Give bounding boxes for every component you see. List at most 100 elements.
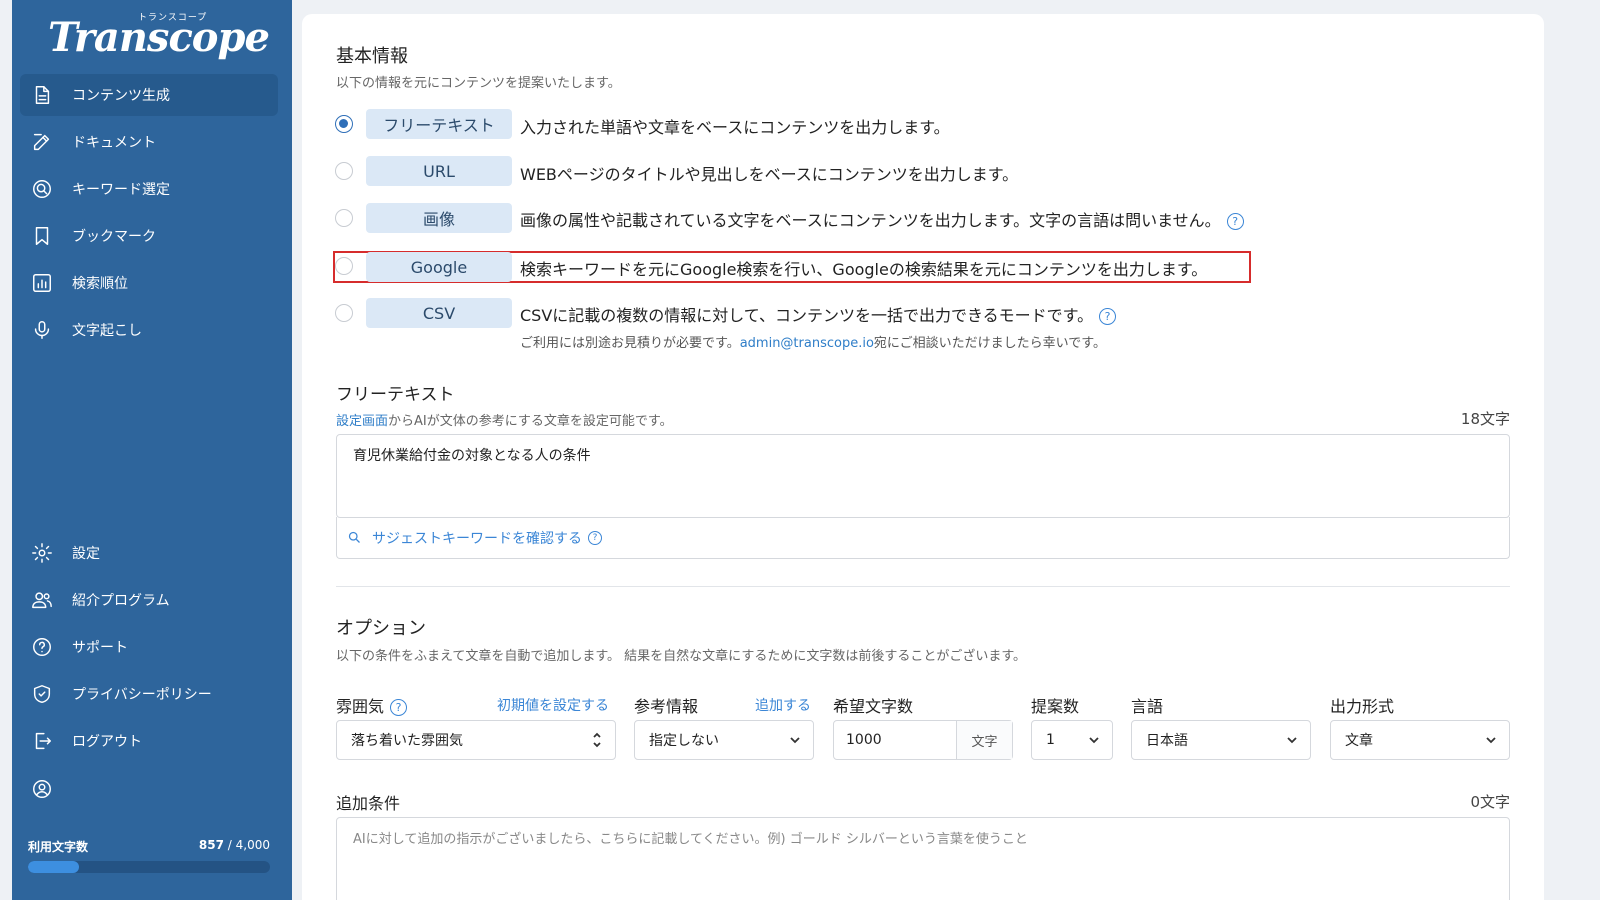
nav-item-account[interactable]: [20, 768, 278, 810]
suggest-keyword-button[interactable]: サジェストキーワードを確認する ?: [336, 517, 1510, 559]
nav-item-privacy-policy[interactable]: プライバシーポリシー: [20, 673, 278, 715]
chevron-down-icon: [1088, 734, 1100, 746]
basic-info-subtitle: 以下の情報を元にコンテンツを提案いたします。: [336, 76, 621, 91]
divider: [336, 586, 1510, 587]
nav-item-transcription[interactable]: 文字起こし: [20, 309, 278, 351]
mode-tag-image[interactable]: 画像: [366, 203, 512, 233]
mode-tag-freetext[interactable]: フリーテキスト: [366, 109, 512, 139]
length-unit: 文字: [956, 721, 1012, 759]
language-select[interactable]: 日本語: [1131, 720, 1311, 760]
help-circle-icon[interactable]: ?: [390, 699, 408, 716]
radio-csv[interactable]: [335, 304, 353, 322]
mode-desc-image: 画像の属性や記載されている文字をベースにコンテンツを出力します。文字の言語は問い…: [520, 207, 1244, 231]
mode-desc-csv: CSVに記載の複数の情報に対して、コンテンツを一括で出力できるモードです。?: [520, 302, 1117, 326]
usage-bar: [28, 861, 270, 873]
options-subtitle: 以下の条件をふまえて文章を自動で追加します。 結果を自然な文章にするために文字数…: [336, 649, 1027, 664]
settings-page-link[interactable]: 設定画面: [336, 414, 388, 429]
radio-freetext[interactable]: [335, 115, 353, 133]
reference-select[interactable]: 指定しない: [634, 720, 814, 760]
mood-label-text: 雰囲気: [336, 697, 385, 716]
usage-total: / 4,000: [223, 838, 270, 852]
nav-label: 設定: [72, 546, 100, 562]
language-value: 日本語: [1146, 733, 1188, 749]
suggest-keyword-label: サジェストキーワードを確認する: [372, 530, 582, 547]
output-format-label: 出力形式: [1330, 697, 1395, 716]
nav-label: キーワード選定: [72, 182, 170, 198]
search-keyword-icon: [30, 177, 54, 201]
nav-item-referral[interactable]: 紹介プログラム: [20, 579, 278, 621]
options-title: オプション: [336, 618, 426, 639]
help-circle-icon[interactable]: ?: [1099, 308, 1117, 325]
extra-char-count: 0文字: [1470, 793, 1510, 811]
radio-url[interactable]: [335, 162, 353, 180]
mood-select-value: 落ち着いた雰囲気: [351, 733, 463, 749]
nav-item-search-ranking[interactable]: 検索順位: [20, 262, 278, 304]
microphone-icon: [30, 318, 54, 342]
freetext-title: フリーテキスト: [336, 385, 455, 405]
logout-icon: [30, 729, 54, 753]
sidebar: トランスコープ Transcope コンテンツ生成 ドキュメント キーワード選定…: [12, 0, 292, 900]
length-label: 希望文字数: [833, 697, 914, 716]
bookmark-icon: [30, 224, 54, 248]
mode-tag-url[interactable]: URL: [366, 156, 512, 186]
mode-desc-image-text: 画像の属性や記載されている文字をベースにコンテンツを出力します。文字の言語は問い…: [520, 211, 1221, 230]
help-circle-icon[interactable]: ?: [1226, 213, 1244, 230]
usage-meter: 利用文字数 857 / 4,000: [28, 838, 270, 873]
user-circle-icon: [30, 777, 54, 801]
reference-label: 参考情報: [634, 697, 699, 716]
nav-label: ブックマーク: [72, 229, 156, 245]
radio-image[interactable]: [335, 209, 353, 227]
updown-icon: [591, 730, 603, 748]
gear-icon: [30, 541, 54, 565]
proposal-count-select[interactable]: 1: [1031, 720, 1113, 760]
main-panel: 基本情報 以下の情報を元にコンテンツを提案いたします。 フリーテキスト 入力され…: [302, 14, 1544, 900]
nav-item-support[interactable]: サポート: [20, 626, 278, 668]
help-circle-icon[interactable]: ?: [588, 530, 602, 545]
document-icon: [30, 83, 54, 107]
mode-tag-google[interactable]: Google: [366, 252, 512, 282]
nav-item-content-generation[interactable]: コンテンツ生成: [20, 74, 278, 116]
admin-email-link[interactable]: admin@transcope.io: [740, 336, 874, 351]
basic-info-title: 基本情報: [336, 46, 408, 67]
logo-text: Transcope: [48, 14, 270, 61]
search-icon: [347, 530, 362, 545]
nav-item-keyword-selection[interactable]: キーワード選定: [20, 168, 278, 210]
nav-label: サポート: [72, 640, 128, 656]
nav-item-logout[interactable]: ログアウト: [20, 720, 278, 762]
users-icon: [30, 588, 54, 612]
mood-label: 雰囲気?: [336, 693, 408, 717]
csv-note: ご利用には別途お見積りが必要です。admin@transcope.io宛にご相談…: [520, 332, 1106, 351]
chevron-down-icon: [1485, 734, 1497, 746]
length-input[interactable]: 1000: [834, 732, 956, 748]
freetext-char-count: 18文字: [1460, 410, 1510, 428]
mood-select[interactable]: 落ち着いた雰囲気: [336, 720, 616, 760]
nav-item-documents[interactable]: ドキュメント: [20, 121, 278, 163]
reference-select-value: 指定しない: [649, 733, 719, 749]
nav-label: ドキュメント: [72, 135, 156, 151]
nav-label: 紹介プログラム: [72, 593, 170, 609]
usage-bar-fill: [28, 861, 79, 873]
mode-tag-csv[interactable]: CSV: [366, 298, 512, 328]
chevron-down-icon: [1286, 734, 1298, 746]
mode-desc-url: WEBページのタイトルや見出しをベースにコンテンツを出力します。: [520, 165, 1019, 184]
help-icon: [30, 635, 54, 659]
nav-label: 検索順位: [72, 276, 128, 292]
nav-item-settings[interactable]: 設定: [20, 532, 278, 574]
output-format-select[interactable]: 文章: [1330, 720, 1510, 760]
radio-google[interactable]: [335, 257, 353, 275]
nav-item-bookmarks[interactable]: ブックマーク: [20, 215, 278, 257]
freetext-input[interactable]: 育児休業給付金の対象となる人の条件: [336, 434, 1510, 518]
nav-label: プライバシーポリシー: [72, 687, 212, 703]
transcope-logo[interactable]: トランスコープ Transcope: [48, 8, 270, 64]
reference-add-link[interactable]: 追加する: [755, 695, 811, 715]
usage-value: 857 / 4,000: [199, 838, 270, 855]
chart-icon: [30, 271, 54, 295]
mood-default-link[interactable]: 初期値を設定する: [497, 695, 609, 715]
csv-note-pre: ご利用には別途お見積りが必要です。: [520, 336, 740, 351]
chevron-down-icon: [789, 734, 801, 746]
length-input-group: 1000 文字: [833, 720, 1013, 760]
freetext-hint: 設定画面からAIが文体の参考にする文章を設定可能です。: [336, 410, 673, 429]
proposal-count-value: 1: [1046, 732, 1055, 748]
extra-conditions-input[interactable]: AIに対して追加の指示がございましたら、こちらに記載してください。例) ゴールド…: [336, 817, 1510, 900]
language-label: 言語: [1131, 697, 1164, 716]
